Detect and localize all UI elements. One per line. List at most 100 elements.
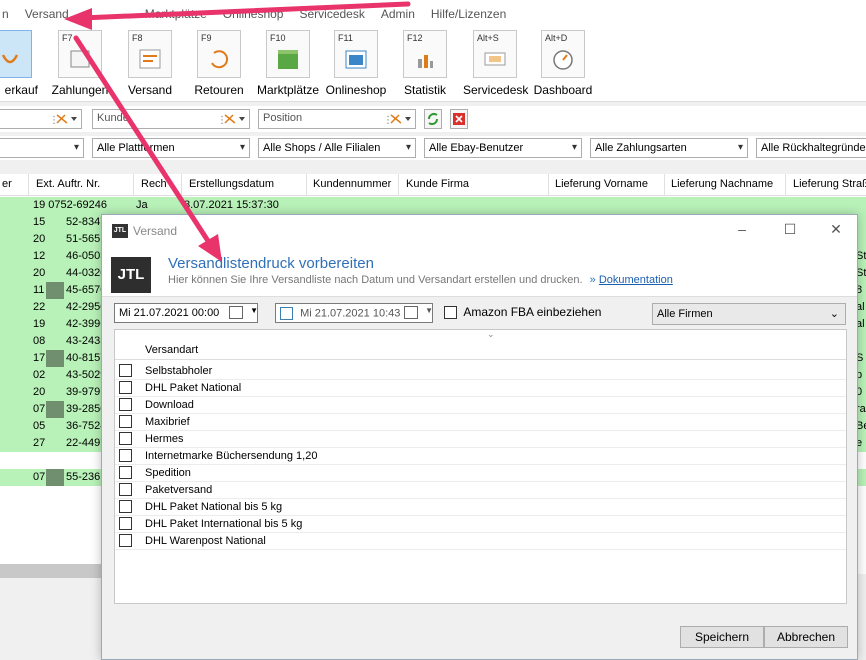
shipping-method-checkbox[interactable]	[119, 517, 132, 530]
column-header[interactable]: er	[2, 178, 12, 190]
date-to-picker[interactable]: Mi 21.07.2021 10:43 ▼	[275, 303, 433, 323]
ribbon-button-statistik[interactable]: F12 Statistik	[393, 30, 457, 97]
maximize-button[interactable]: ☐	[775, 221, 805, 241]
order-prefix-cell: 20	[33, 386, 46, 398]
position-search-placeholder: Position	[263, 112, 303, 124]
column-header[interactable]: Lieferung Vorname	[555, 178, 648, 190]
shipping-method-checkbox[interactable]	[119, 398, 132, 411]
column-header[interactable]: Lieferung Straße	[793, 178, 866, 190]
list-item[interactable]: Download	[115, 397, 846, 414]
list-item[interactable]: Spedition	[115, 465, 846, 482]
column-header[interactable]: Erstellungsdatum	[189, 178, 274, 190]
list-item[interactable]: Paketversand	[115, 482, 846, 499]
menu-item-servicedesk[interactable]: Servicedesk	[291, 7, 372, 21]
search-filter-row: ⋮ Kunde ⋮ Position ⋮	[0, 106, 866, 132]
hold-reason-dropdown[interactable]: Alle Rückhaltegründe	[756, 138, 866, 158]
column-header[interactable]: Lieferung Nachname	[671, 178, 773, 190]
date-cell: 8.07.2021 15:37:30	[184, 199, 279, 211]
grid-header: er Ext. Auftr. Nr. Rech Erstellungsdatum…	[0, 174, 866, 196]
close-button[interactable]: ✕	[821, 221, 851, 241]
menu-item-admin[interactable]: Admin	[373, 7, 423, 21]
refresh-icon	[428, 113, 438, 125]
ribbon-button-servicedesk[interactable]: Alt+S Servicedesk	[463, 30, 528, 97]
marketplace-icon: F10	[266, 30, 310, 78]
ribbon-button-dashboard[interactable]: Alt+D Dashboard	[531, 30, 595, 97]
ribbon-button-versand[interactable]: F8 Versand	[118, 30, 182, 97]
ribbon-button-zahlungen[interactable]: F7 Zahlungen	[48, 30, 112, 97]
column-header[interactable]: Rech	[141, 178, 167, 190]
ribbon-button-onlineshop[interactable]: F11 Onlineshop	[324, 30, 388, 97]
shipping-method-checkbox[interactable]	[119, 364, 132, 377]
column-header[interactable]: Kundennummer	[313, 178, 391, 190]
search-field-partial[interactable]: ⋮	[0, 109, 82, 129]
refresh-button[interactable]	[424, 109, 442, 129]
ribbon-button-marktplaetze[interactable]: F10 Marktplätze	[256, 30, 320, 97]
order-prefix-cell: 02	[33, 369, 46, 381]
list-header-label: Versandart	[145, 344, 199, 356]
list-item[interactable]: Internetmarke Büchersendung 1,20	[115, 448, 846, 465]
returns-icon: F9	[197, 30, 241, 78]
payment-method-dropdown[interactable]: Alle Zahlungsarten ▾	[590, 138, 748, 158]
calendar-icon[interactable]	[404, 306, 418, 319]
filter-tool-icon[interactable]: ⋮	[383, 112, 411, 126]
calendar-icon[interactable]	[229, 306, 243, 319]
shipping-method-checkbox[interactable]	[119, 534, 132, 547]
chevron-down-icon: ▾	[73, 142, 79, 153]
shipping-method-label: DHL Paket National bis 5 kg	[145, 501, 283, 513]
minimize-button[interactable]: –	[727, 221, 757, 241]
fba-option[interactable]: Amazon FBA einbeziehen	[444, 305, 601, 320]
chevron-down-icon: ⌄	[829, 308, 839, 320]
menu-item-onlineshop[interactable]: Onlineshop	[215, 7, 292, 21]
list-item[interactable]: DHL Paket International bis 5 kg	[115, 516, 846, 533]
order-prefix-cell: 17	[33, 352, 46, 364]
shop-dropdown-value: Alle Shops / Alle Filialen	[263, 142, 381, 154]
platform-dropdown[interactable]: Alle Plattformen ▾	[92, 138, 250, 158]
filter-dropdown-partial[interactable]: ▾	[0, 138, 84, 158]
shipping-method-checkbox[interactable]	[119, 432, 132, 445]
menu-item-hilfe[interactable]: Hilfe/Lizenzen	[423, 7, 514, 21]
date-to-checkbox[interactable]	[280, 307, 293, 320]
customer-search-field[interactable]: Kunde ⋮	[92, 109, 250, 129]
position-search-field[interactable]: Position ⋮	[258, 109, 416, 129]
versand-dialog: JTL Versand – ☐ ✕ JTL Versandlistendruck…	[101, 214, 858, 660]
list-header[interactable]: ⌄ Versandart	[115, 329, 846, 360]
shipping-method-checkbox[interactable]	[119, 466, 132, 479]
save-button[interactable]: Speichern	[680, 626, 764, 648]
menu-item-partial[interactable]: n	[0, 7, 17, 21]
ribbon-button-verkauf[interactable]: 5 erkauf	[0, 30, 42, 97]
ebay-user-dropdown[interactable]: Alle Ebay-Benutzer ▾	[424, 138, 582, 158]
shipping-method-checkbox[interactable]	[119, 449, 132, 462]
redacted-cell	[46, 282, 64, 299]
dialog-titlebar[interactable]: JTL Versand – ☐ ✕	[102, 215, 857, 247]
cancel-button[interactable]: Abbrechen	[764, 626, 848, 648]
chevron-down-icon: ▼	[425, 306, 433, 315]
list-item[interactable]: Hermes	[115, 431, 846, 448]
filter-tool-icon[interactable]: ⋮	[49, 112, 77, 126]
list-item[interactable]: DHL Paket National	[115, 380, 846, 397]
menu-item-marktplaetze[interactable]: Marktplätze	[137, 7, 215, 21]
order-prefix-cell: 11	[33, 284, 45, 296]
column-header[interactable]: Kunde Firma	[406, 178, 469, 190]
documentation-link[interactable]: Dokumentation	[599, 274, 673, 286]
column-header[interactable]: Ext. Auftr. Nr.	[36, 178, 100, 190]
ribbon-button-retouren[interactable]: F9 Retouren	[187, 30, 251, 97]
filter-tool-icon[interactable]: ⋮	[217, 112, 245, 126]
list-item[interactable]: Maxibrief	[115, 414, 846, 431]
ribbon-toolbar: 5 erkauf F7 Zahlungen F8 Versand F9 Reto…	[0, 28, 866, 102]
shipping-method-checkbox[interactable]	[119, 483, 132, 496]
menu-item-versand[interactable]: Versand	[17, 7, 77, 21]
reset-filter-button[interactable]	[450, 109, 468, 129]
window-title: Versand	[133, 224, 178, 238]
list-item[interactable]: DHL Warenpost National	[115, 533, 846, 550]
shipping-method-checkbox[interactable]	[119, 381, 132, 394]
fba-checkbox[interactable]	[444, 306, 457, 320]
list-item[interactable]: Selbstabholer	[115, 363, 846, 380]
shipping-method-checkbox[interactable]	[119, 500, 132, 513]
list-item[interactable]: DHL Paket National bis 5 kg	[115, 499, 846, 516]
order-prefix-cell: 20	[33, 233, 46, 245]
date-from-picker[interactable]: Mi 21.07.2021 00:00 ▼	[114, 303, 258, 323]
shipping-method-checkbox[interactable]	[119, 415, 132, 428]
shop-dropdown[interactable]: Alle Shops / Alle Filialen ▾	[258, 138, 416, 158]
table-row[interactable]: 19 0752-69246 Ja 8.07.2021 15:37:30	[0, 197, 866, 214]
company-select[interactable]: Alle Firmen ⌄	[652, 303, 846, 325]
